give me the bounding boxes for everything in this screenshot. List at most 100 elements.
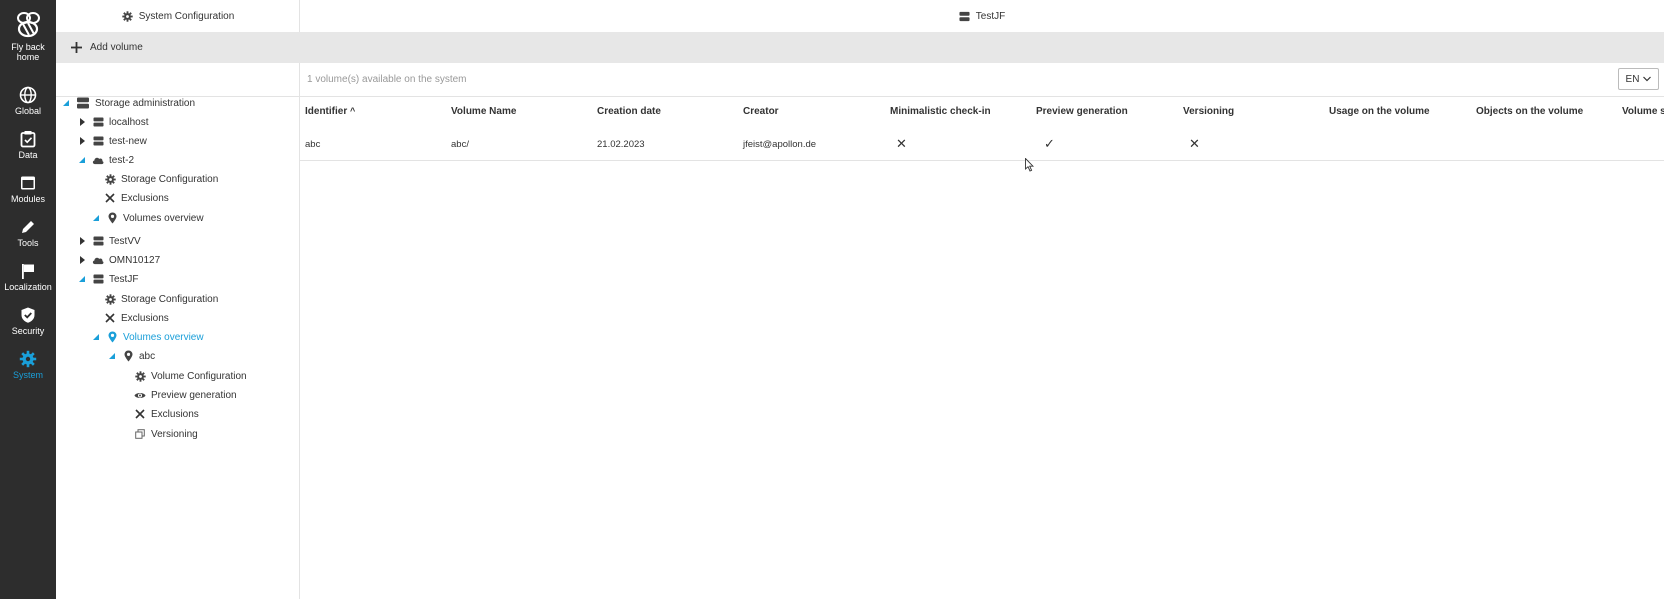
column-header-preview-generation[interactable]: Preview generation	[1036, 106, 1128, 117]
tree-item-abc[interactable]: abc	[108, 347, 155, 365]
panel-header: System Configuration	[56, 0, 300, 32]
expand-toggle-icon[interactable]	[78, 137, 86, 145]
column-header-volume-name[interactable]: Volume Name	[451, 106, 516, 117]
close-icon	[134, 408, 146, 420]
expand-toggle-icon[interactable]	[78, 237, 86, 245]
rail-item-global-label: Global	[14, 106, 41, 116]
tree-item-storage-configuration[interactable]: Storage Configuration	[104, 290, 218, 308]
close-icon	[104, 192, 116, 204]
cell-preview-generation: ✓	[1044, 136, 1055, 151]
copy-icon	[134, 428, 146, 440]
gear-icon	[134, 370, 146, 382]
cell-creation-date: 21.02.2023	[597, 139, 645, 150]
cell-volume-name: abc/	[451, 139, 469, 150]
tree-item-volumes-overview[interactable]: Volumes overview	[92, 328, 204, 346]
rail-item-global[interactable]: Global	[0, 86, 56, 116]
location-pin-icon	[106, 212, 118, 224]
tree-item-label: Exclusions	[151, 408, 199, 420]
tree-item-label: Volumes overview	[123, 331, 204, 343]
column-header-creation-date[interactable]: Creation date	[597, 106, 661, 117]
cell-versioning: ✕	[1189, 136, 1200, 151]
tree-item-localhost[interactable]: localhost	[78, 113, 148, 131]
rail-item-localization-label: Localization	[4, 282, 52, 292]
tree-item-storage-configuration[interactable]: Storage Configuration	[104, 170, 218, 188]
close-icon	[104, 312, 116, 324]
server-icon	[92, 116, 104, 128]
tree-item-volume-configuration[interactable]: Volume Configuration	[134, 367, 247, 385]
tree-item-exclusions[interactable]: Exclusions	[104, 189, 169, 207]
rail-item-data-label: Data	[18, 150, 38, 160]
add-volume-button[interactable]: Add volume	[56, 32, 300, 63]
rail-item-security-label: Security	[11, 326, 45, 336]
collapse-toggle-icon[interactable]	[78, 275, 86, 283]
column-header-versioning[interactable]: Versioning	[1183, 106, 1234, 117]
volume-count-text: 1 volume(s) available on the system	[307, 74, 467, 85]
tree-item-exclusions[interactable]: Exclusions	[134, 405, 199, 423]
column-header-volume-size[interactable]: Volume s	[1622, 106, 1664, 117]
cell-minimalistic-checkin: ✕	[896, 136, 907, 151]
tree-item-label: Storage Configuration	[121, 293, 219, 305]
fly-back-label-line2: home	[16, 52, 40, 62]
tree-item-label: test-new	[109, 135, 147, 147]
tree-item-volumes-overview[interactable]: Volumes overview	[92, 209, 204, 227]
chevron-down-icon	[1643, 76, 1652, 82]
collapse-toggle-icon[interactable]	[92, 333, 100, 341]
cell-creator: jfeist@apollon.de	[743, 139, 817, 150]
tree-item-label: Volumes overview	[123, 212, 204, 224]
column-header-minimalistic-checkin[interactable]: Minimalistic check-in	[890, 106, 991, 117]
expand-toggle-icon[interactable]	[78, 256, 86, 264]
tree-item-versioning[interactable]: Versioning	[134, 425, 198, 443]
tree-item-label: localhost	[109, 116, 149, 128]
column-header-creator[interactable]: Creator	[743, 106, 779, 117]
rail-item-tools[interactable]: Tools	[0, 218, 56, 248]
rail-item-data[interactable]: Data	[0, 130, 56, 160]
system-configuration-panel: System Configuration Add volume Storage …	[56, 0, 300, 599]
tree-item-exclusions[interactable]: Exclusions	[104, 309, 169, 327]
tree-item-label: Versioning	[151, 428, 198, 440]
rail-item-modules[interactable]: Modules	[0, 174, 56, 204]
server-icon	[959, 11, 970, 21]
main-content: TestJF 1 volume(s) available on the syst…	[300, 0, 1664, 599]
rail-item-system[interactable]: System	[0, 350, 56, 380]
rail-item-system-label: System	[12, 370, 43, 380]
tree-item-testjf[interactable]: TestJF	[78, 270, 138, 288]
divider	[300, 96, 1664, 97]
collapse-toggle-icon[interactable]	[108, 352, 116, 360]
tree-item-storage-administration[interactable]: Storage administration	[62, 94, 195, 112]
table-row[interactable]	[300, 124, 1664, 160]
tree-item-label: Storage Configuration	[121, 173, 219, 185]
tree-item-test-2[interactable]: test-2	[78, 151, 134, 169]
tree-item-label: abc	[139, 350, 156, 362]
cell-identifier: abc	[305, 139, 321, 150]
clipboard-icon	[20, 131, 36, 148]
tree-item-preview-generation[interactable]: Preview generation	[134, 386, 237, 404]
tree-item-testvv[interactable]: TestVV	[78, 232, 141, 250]
tree-item-label: TestVV	[109, 235, 141, 247]
column-header-identifier[interactable]: Identifier ^	[305, 106, 355, 117]
server-icon	[92, 273, 104, 285]
tree-item-test-new[interactable]: test-new	[78, 132, 147, 150]
shield-icon	[21, 307, 35, 323]
collapse-toggle-icon[interactable]	[62, 99, 70, 107]
tree-item-label: TestJF	[109, 273, 139, 285]
column-header-objects[interactable]: Objects on the volume	[1476, 106, 1583, 117]
sort-asc-icon: ^	[350, 106, 356, 116]
tree-item-omn10127[interactable]: OMN10127	[78, 251, 160, 269]
rail-item-security[interactable]: Security	[0, 306, 56, 336]
main-toolbar	[300, 32, 1664, 63]
navigation-rail: Fly back home Global Data Modules Tools	[0, 0, 56, 599]
language-select[interactable]: EN	[1618, 68, 1659, 90]
bee-logo-icon	[17, 12, 40, 38]
gear-icon	[104, 173, 116, 185]
collapse-toggle-icon[interactable]	[92, 214, 100, 222]
row-divider	[300, 160, 1664, 161]
main-title: TestJF	[975, 10, 1006, 22]
window-icon	[21, 176, 35, 190]
tree-item-label: Exclusions	[121, 192, 169, 204]
tree-item-label: Storage administration	[95, 97, 196, 109]
expand-toggle-icon[interactable]	[78, 118, 86, 126]
fly-back-home-button[interactable]: Fly back home	[0, 10, 56, 62]
column-header-usage[interactable]: Usage on the volume	[1329, 106, 1430, 117]
collapse-toggle-icon[interactable]	[78, 156, 86, 164]
rail-item-localization[interactable]: Localization	[0, 262, 56, 292]
